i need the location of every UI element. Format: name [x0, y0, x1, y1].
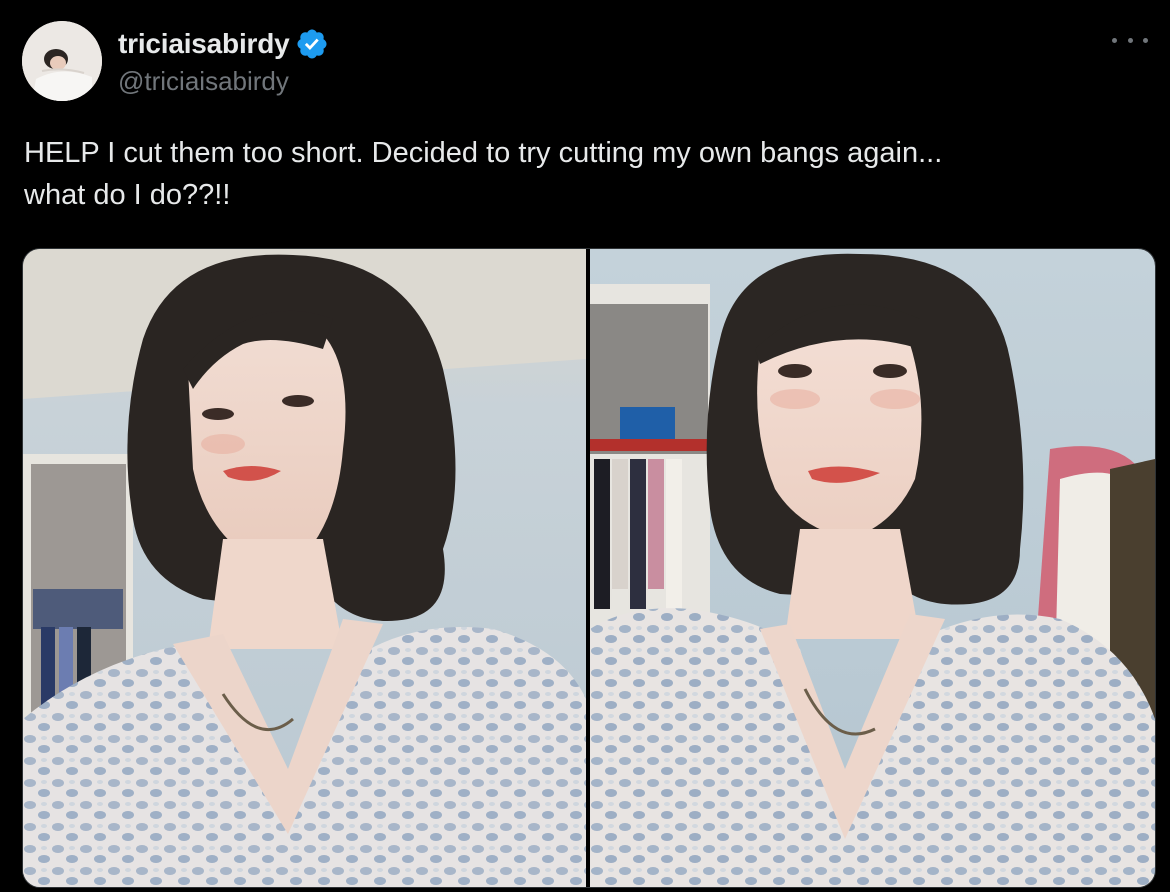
dot [1127, 37, 1133, 43]
verified-badge-icon [295, 27, 329, 61]
selfie-photo-left-image [23, 249, 586, 887]
author-name-row: triciaisabirdy [118, 26, 329, 62]
author-handle[interactable]: @triciaisabirdy [118, 66, 289, 97]
media-photo-left[interactable] [23, 249, 586, 887]
tweet-card: triciaisabirdy @triciaisabirdy HELP I cu… [0, 0, 1170, 892]
media-photo-right[interactable] [590, 249, 1155, 887]
avatar-image [22, 21, 102, 101]
more-options-icon[interactable] [1112, 28, 1148, 52]
media-grid [22, 248, 1156, 888]
tweet-text: HELP I cut them too short. Decided to tr… [24, 137, 943, 211]
author-avatar[interactable] [22, 21, 102, 101]
author-display-name[interactable]: triciaisabirdy [118, 28, 290, 60]
dot [1143, 37, 1148, 43]
dot [1112, 37, 1117, 43]
selfie-photo-right-image [590, 249, 1155, 887]
